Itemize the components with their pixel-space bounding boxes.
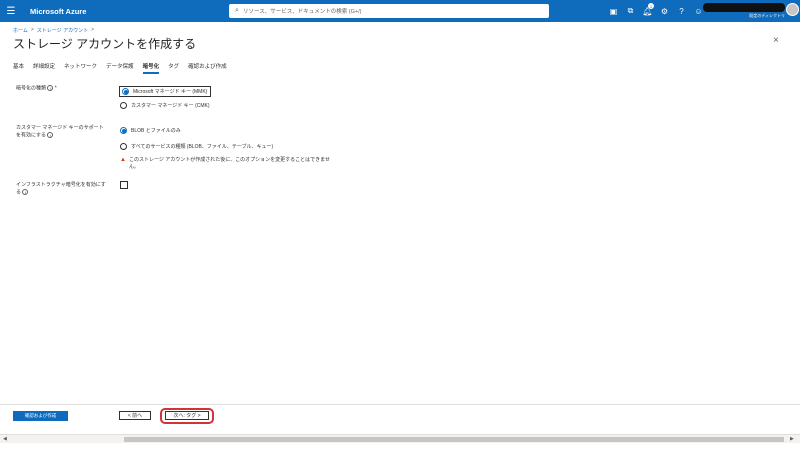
warning-icon: ▲ [120,157,126,163]
radio-button[interactable] [120,102,127,109]
previous-button[interactable]: < 前へ [119,411,151,420]
info-icon[interactable]: i [47,132,54,138]
search-placeholder: リソース、サービス、ドキュメントの検索 (G+/) [243,9,362,15]
tab-encryption[interactable]: 暗号化 [142,62,159,74]
breadcrumb-home[interactable]: ホーム [13,27,28,34]
tab-data-protection[interactable]: データ保護 [106,62,134,74]
required-marker: * [54,85,57,92]
infrastructure-label-line1: インフラストラクチャ暗号化を有効にす [16,182,106,188]
encryption-type-label-text: 暗号化の種類 [16,85,47,92]
global-search[interactable]: ⌕ リソース、サービス、ドキュメントの検索 (G+/) [229,4,549,18]
search-icon: ⌕ [235,7,239,14]
cmk-warning-text: このストレージ アカウントが作成された後に、このオプションを変更することはできま… [128,157,330,170]
breadcrumb-storage-accounts[interactable]: ストレージ アカウント [37,27,88,34]
radio-cmk-label: カスタマー マネージド キー (CMK) [131,103,210,109]
notification-badge: 1 [648,3,654,9]
breadcrumb-separator: > [91,27,94,33]
scroll-left-icon[interactable]: ◀ [3,436,7,442]
account-menu[interactable]: 既定のディレクトリ [703,1,785,21]
infrastructure-encryption-label: インフラストラクチャ暗号化を有効にす る i [16,182,116,196]
infrastructure-label-line2: る [16,189,22,196]
tab-advanced[interactable]: 詳細設定 [33,62,55,74]
cmk-warning: ▲ このストレージ アカウントが作成された後に、このオプションを変更することはで… [120,157,330,171]
info-icon[interactable]: i [47,85,54,91]
scroll-right-icon[interactable]: ▶ [790,436,794,442]
review-create-button[interactable]: 確認および作成 [13,411,68,421]
tab-networking[interactable]: ネットワーク [64,62,97,74]
tab-basics[interactable]: 基本 [13,62,24,74]
hamburger-icon[interactable]: ☰ [0,0,22,22]
close-icon[interactable]: × [773,35,779,46]
breadcrumb: ホーム > ストレージ アカウント > [13,27,94,34]
radio-mmk[interactable]: Microsoft マネージド キー (MMK) [119,86,212,97]
account-name-redacted [703,3,785,12]
radio-button[interactable] [122,88,129,95]
notifications-icon[interactable]: 🔔︎ 1 [639,0,656,22]
tab-tags[interactable]: タグ [168,62,179,74]
breadcrumb-separator: > [30,27,34,33]
cmk-support-label-line1: カスタマー マネージド キーのサポート [16,125,104,131]
highlight-annotation [160,408,214,424]
brand-title[interactable]: Microsoft Azure [30,7,210,16]
help-icon[interactable]: ? [673,0,690,22]
page-title: ストレージ アカウントを作成する [13,37,197,51]
radio-all-services-label: すべてのサービスの種類 (BLOB、ファイル、テーブル、キュー) [131,144,274,150]
tab-review-create[interactable]: 確認および作成 [188,62,227,74]
cmk-support-label-line2: を有効にする [16,132,47,139]
scroll-thumb[interactable] [124,437,784,442]
directory-filter-icon[interactable]: ⧉ [622,0,639,22]
infrastructure-encryption-checkbox[interactable] [120,181,128,189]
info-icon[interactable]: i [22,189,29,195]
cmk-support-label: カスタマー マネージド キーのサポート を有効にする i [16,125,116,139]
radio-cmk[interactable]: カスタマー マネージド キー (CMK) [120,102,210,109]
account-directory: 既定のディレクトリ [749,13,785,18]
encryption-type-label: 暗号化の種類 i * [16,85,57,92]
more-icon[interactable]: … [145,38,152,45]
horizontal-scrollbar[interactable]: ◀ ▶ [0,434,800,443]
footer-divider [0,404,800,405]
wizard-tabs: 基本 詳細設定 ネットワーク データ保護 暗号化 タグ 確認および作成 [13,62,236,74]
avatar[interactable] [786,3,799,16]
radio-mmk-label: Microsoft マネージド キー (MMK) [133,89,208,95]
radio-button[interactable] [120,143,127,150]
cloud-shell-icon[interactable]: ▣ [605,0,622,22]
radio-button[interactable] [120,127,127,134]
settings-icon[interactable]: ⚙ [656,0,673,22]
radio-all-services[interactable]: すべてのサービスの種類 (BLOB、ファイル、テーブル、キュー) [120,143,273,150]
radio-blob-file-only[interactable]: BLOB とファイルのみ [120,127,181,134]
top-icons: ▣ ⧉ 🔔︎ 1 ⚙ ? ☺ [605,0,707,22]
radio-blob-file-only-label: BLOB とファイルのみ [131,128,181,134]
